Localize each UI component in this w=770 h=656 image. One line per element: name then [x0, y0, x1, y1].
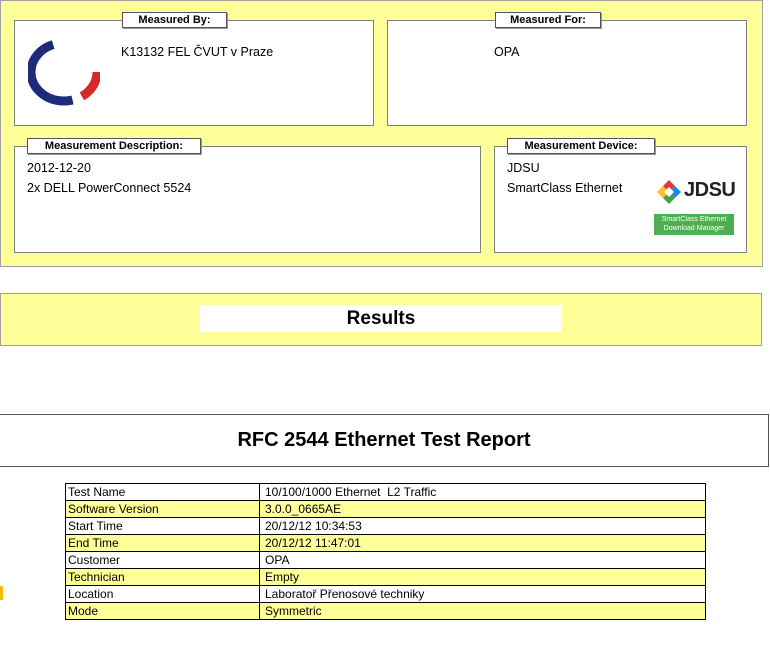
edge-marker: [0, 586, 3, 600]
measured-by-organization: K13132 FEL ČVUT v Praze: [121, 45, 274, 59]
table-row: Start Time 20/12/12 10:34:53: [65, 517, 706, 535]
table-key-cell: End Time: [65, 534, 260, 552]
table-key-cell: Mode: [65, 602, 260, 620]
jdsu-logo-text: JDSU: [684, 179, 736, 201]
report-title: RFC 2544 Ethernet Test Report: [0, 414, 769, 467]
jdsu-badge: SmartClass Ethernet Download Manager: [654, 214, 734, 235]
table-value-cell: Laboratoř Přenosové techniky: [259, 585, 706, 603]
jdsu-mark-icon: [657, 180, 681, 204]
measured-by-title: Measured By:: [122, 12, 227, 28]
jdsu-logo: JDSU SmartClass Ethernet Download Manage…: [654, 176, 736, 238]
table-row: Location Laboratoř Přenosové techniky: [65, 585, 706, 603]
table-row: End Time 20/12/12 11:47:01: [65, 534, 706, 552]
table-key-cell: Location: [65, 585, 260, 603]
table-row: Customer OPA: [65, 551, 706, 569]
table-key-cell: Start Time: [65, 517, 260, 535]
table-value-cell: Empty: [259, 568, 706, 586]
table-key-cell: Customer: [65, 551, 260, 569]
jdsu-badge-line2: Download Manager: [663, 225, 725, 232]
table-value-cell: 20/12/12 10:34:53: [259, 517, 706, 535]
table-value-cell: OPA: [259, 551, 706, 569]
table-row: Test Name 10/100/1000 Ethernet L2 Traffic: [65, 483, 706, 501]
ctu-logo-icon: [28, 38, 100, 106]
table-row: Software Version 3.0.0_0665AE: [65, 500, 706, 518]
table-value-cell: 3.0.0_0665AE: [259, 500, 706, 518]
device-vendor: JDSU: [507, 161, 540, 175]
table-value-cell: Symmetric: [259, 602, 706, 620]
measured-for-customer: OPA: [494, 45, 520, 59]
table-key-cell: Software Version: [65, 500, 260, 518]
measured-for-box: Measured For:: [387, 12, 747, 126]
table-row: Mode Symmetric: [65, 602, 706, 620]
table-key-cell: Technician: [65, 568, 260, 586]
measurement-device-title: Measurement Device:: [507, 138, 655, 154]
description-devices: 2x DELL PowerConnect 5524: [27, 181, 192, 195]
table-key-cell: Test Name: [65, 483, 260, 501]
description-date: 2012-12-20: [27, 161, 91, 175]
measured-for-title: Measured For:: [495, 12, 601, 28]
results-label: Results: [200, 305, 562, 332]
table-row: Technician Empty: [65, 568, 706, 586]
table-value-cell: 20/12/12 11:47:01: [259, 534, 706, 552]
measurement-description-title: Measurement Description:: [27, 138, 201, 154]
table-value-cell: 10/100/1000 Ethernet L2 Traffic: [259, 483, 706, 501]
jdsu-badge-line1: SmartClass Ethernet: [661, 216, 727, 223]
test-info-table: Test Name 10/100/1000 Ethernet L2 Traffic…: [65, 483, 706, 620]
device-product: SmartClass Ethernet: [507, 181, 623, 195]
